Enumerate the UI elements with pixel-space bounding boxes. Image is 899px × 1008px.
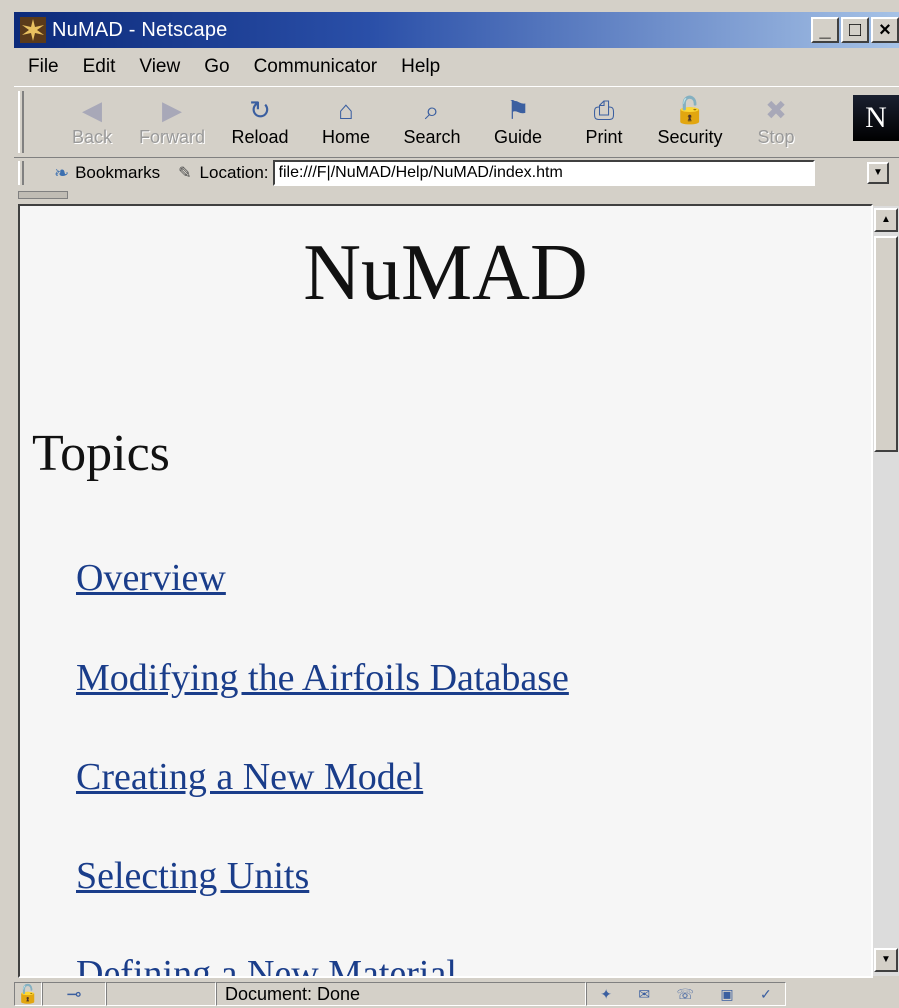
title-bar[interactable]: NuMAD - Netscape _ □ × (14, 12, 899, 48)
toolbar-grip[interactable] (18, 91, 24, 153)
search-icon: ⌕ (424, 95, 440, 125)
print-button[interactable]: ⎙ Print (562, 93, 646, 153)
security-lock-icon[interactable]: 🔓 (14, 982, 42, 1006)
print-icon: ⎙ (593, 95, 615, 125)
netscape-logo[interactable]: N (853, 95, 899, 141)
edit-icon[interactable]: ✓ (760, 986, 772, 1003)
forward-button[interactable]: ▶ Forward (130, 93, 214, 153)
forward-icon: ▶ (162, 95, 182, 125)
location-toolbar: ❧ Bookmarks ✎ Location: ▼ (14, 158, 899, 188)
connection-icon[interactable]: ⊸ (42, 982, 106, 1006)
component-bar: ✦ ✉ ☏ ▣ ✓ (586, 982, 786, 1006)
mail-icon[interactable]: ✉ (638, 986, 650, 1003)
lock-icon: 🔓 (673, 95, 707, 125)
menu-help[interactable]: Help (389, 56, 452, 78)
discussions-icon[interactable]: ☏ (676, 986, 694, 1003)
netscape-app-icon (20, 17, 46, 43)
window-title: NuMAD - Netscape (52, 18, 228, 41)
maximize-button[interactable]: □ (841, 17, 869, 43)
guide-label: Guide (493, 127, 543, 147)
bookmarks-button[interactable]: Bookmarks (75, 163, 160, 183)
link-modifying-airfoils-database[interactable]: Modifying the Airfoils Database (76, 656, 569, 700)
stop-icon: ✖ (765, 95, 787, 125)
search-button[interactable]: ⌕ Search (390, 93, 474, 153)
location-url-input[interactable] (272, 160, 815, 186)
link-selecting-units[interactable]: Selecting Units (76, 854, 309, 898)
menu-file[interactable]: File (14, 56, 71, 78)
vertical-scrollbar[interactable]: ▲ ▼ (873, 206, 899, 976)
security-label: Security (657, 127, 723, 147)
reload-button[interactable]: ↻ Reload (218, 93, 302, 153)
link-overview[interactable]: Overview (76, 556, 226, 600)
page-proxy-icon[interactable]: ✎ (178, 163, 191, 183)
location-label: Location: (199, 163, 269, 182)
reload-label: Reload (231, 127, 289, 147)
bookmarks-icon[interactable]: ❧ (54, 163, 69, 184)
location-dropdown-button[interactable]: ▼ (867, 162, 889, 184)
page-title: NuMAD (303, 229, 588, 317)
status-text: Document: Done (225, 983, 361, 1004)
composer-icon[interactable]: ▣ (720, 986, 733, 1003)
close-button[interactable]: × (871, 17, 899, 43)
minimize-button[interactable]: _ (811, 17, 839, 43)
topics-heading: Topics (32, 425, 170, 482)
back-icon: ◀ (82, 95, 102, 125)
scroll-up-button[interactable]: ▲ (874, 208, 898, 232)
print-label: Print (585, 127, 623, 147)
menu-communicator[interactable]: Communicator (242, 56, 390, 78)
back-label: Back (71, 127, 113, 147)
scroll-down-button[interactable]: ▼ (874, 948, 898, 972)
collapse-toolbar-tab[interactable] (18, 191, 68, 199)
menu-go[interactable]: Go (192, 56, 241, 78)
home-icon: ⌂ (338, 95, 354, 125)
progress-bar (106, 982, 216, 1006)
stop-label: Stop (757, 127, 795, 147)
menu-view[interactable]: View (127, 56, 192, 78)
reload-icon: ↻ (249, 95, 271, 125)
guide-icon: ⚑ (506, 95, 530, 125)
security-button[interactable]: 🔓 Security (648, 93, 732, 153)
home-button[interactable]: ⌂ Home (304, 93, 388, 153)
link-creating-new-model[interactable]: Creating a New Model (76, 755, 423, 799)
stop-button[interactable]: ✖ Stop (734, 93, 818, 153)
link-defining-new-material[interactable]: Defining a New Material (76, 952, 457, 976)
menu-bar: File Edit View Go Communicator Help (14, 50, 899, 84)
scroll-thumb[interactable] (874, 236, 898, 452)
home-label: Home (321, 127, 370, 147)
guide-button[interactable]: ⚑ Guide (476, 93, 560, 153)
forward-label: Forward (138, 127, 205, 147)
status-text-cell: Document: Done (216, 982, 586, 1006)
page-content: NuMAD Topics Overview Modifying the Airf… (18, 204, 873, 978)
back-button[interactable]: ◀ Back (50, 93, 134, 153)
status-bar: 🔓 ⊸ Document: Done ✦ ✉ ☏ ▣ ✓ (14, 980, 899, 1008)
navigator-icon[interactable]: ✦ (600, 986, 612, 1003)
navigation-toolbar: ◀ Back ▶ Forward ↻ Reload ⌂ Home ⌕ Searc… (14, 86, 899, 158)
search-label: Search (403, 127, 461, 147)
location-toolbar-grip[interactable] (18, 161, 24, 185)
menu-edit[interactable]: Edit (71, 56, 128, 78)
